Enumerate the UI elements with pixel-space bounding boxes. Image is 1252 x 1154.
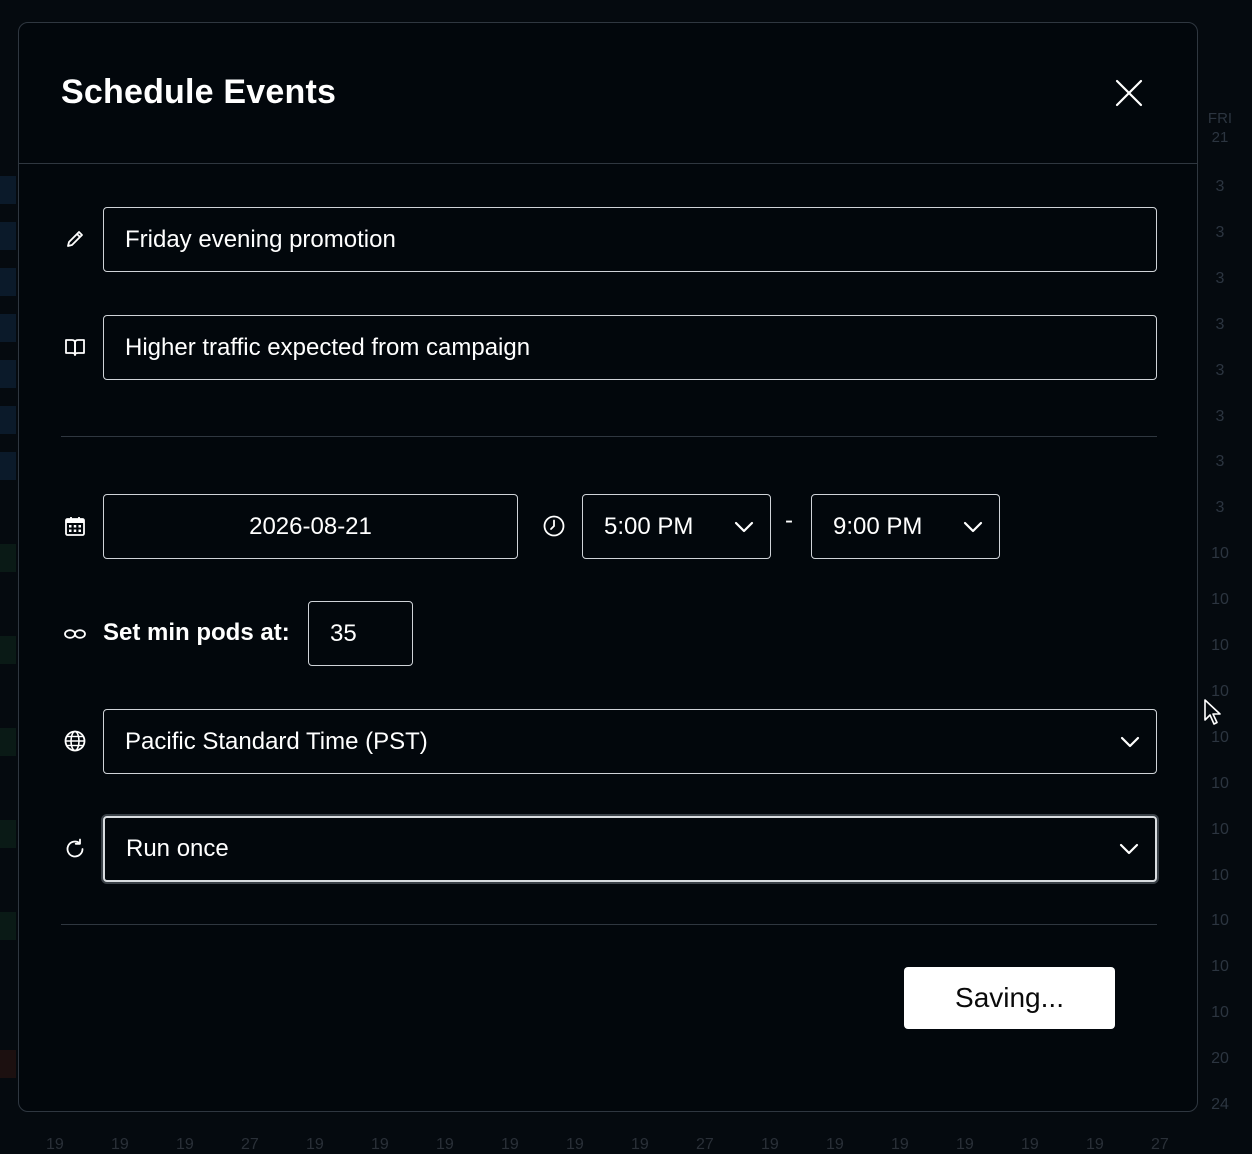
calendar-cell-value: 10 bbox=[1211, 958, 1229, 976]
calendar-bottom-value: 19 bbox=[306, 1136, 324, 1153]
calendar-bottom-value: 27 bbox=[696, 1136, 714, 1153]
calendar-cell-value: 3 bbox=[1215, 315, 1225, 333]
calendar-cell-value: 10 bbox=[1211, 866, 1229, 884]
calendar-strip bbox=[0, 912, 16, 940]
min-pods-label: Set min pods at: bbox=[103, 619, 290, 646]
chevron-down-icon bbox=[734, 521, 754, 532]
calendar-strip bbox=[0, 176, 16, 204]
chevron-down-icon bbox=[1120, 736, 1140, 747]
end-time-value: 9:00 PM bbox=[833, 512, 923, 540]
repeat-icon bbox=[62, 836, 88, 862]
calendar-cell-value: 10 bbox=[1211, 820, 1229, 838]
calendar-cell-value: 3 bbox=[1215, 499, 1225, 517]
calendar-cell-value: 3 bbox=[1215, 407, 1225, 425]
start-time-select[interactable]: 5:00 PM bbox=[582, 494, 771, 559]
event-description-value: Higher traffic expected from campaign bbox=[125, 333, 531, 361]
calendar-strip bbox=[0, 406, 16, 434]
recurrence-select[interactable]: Run once bbox=[103, 816, 1157, 882]
calendar-strip bbox=[0, 360, 16, 388]
close-button[interactable] bbox=[1109, 73, 1149, 113]
clock-icon bbox=[541, 513, 567, 539]
calendar-bottom-value: 19 bbox=[891, 1136, 909, 1153]
calendar-cell-value: 10 bbox=[1211, 774, 1229, 792]
start-time-value: 5:00 PM bbox=[604, 512, 694, 540]
calendar-bottom-value: 27 bbox=[1151, 1136, 1169, 1153]
calendar-cell-value: 3 bbox=[1215, 453, 1225, 471]
pencil-icon bbox=[62, 226, 88, 252]
footer-divider bbox=[61, 924, 1157, 925]
time-separator: - bbox=[785, 507, 793, 534]
min-pods-input[interactable]: 35 bbox=[308, 601, 413, 666]
calendar-bottom-value: 19 bbox=[371, 1136, 389, 1153]
calendar-cell-value: 20 bbox=[1211, 1050, 1229, 1068]
calendar-strip bbox=[0, 314, 16, 342]
calendar-cell-value: 24 bbox=[1211, 1096, 1229, 1113]
calendar-strip bbox=[0, 728, 16, 756]
mouse-cursor-icon bbox=[1204, 699, 1221, 725]
calendar-bottom-value: 19 bbox=[436, 1136, 454, 1153]
event-name-input[interactable]: Friday evening promotion bbox=[103, 207, 1157, 272]
calendar-bottom-value: 19 bbox=[826, 1136, 844, 1153]
calendar-strip bbox=[0, 452, 16, 480]
calendar-cell-value: 3 bbox=[1215, 269, 1225, 287]
min-pods-value: 35 bbox=[330, 619, 357, 647]
calendar-cell-value: 10 bbox=[1211, 591, 1229, 609]
calendar-cell-value: 3 bbox=[1215, 361, 1225, 379]
pods-icon bbox=[62, 621, 88, 647]
calendar-bottom-value: 19 bbox=[761, 1136, 779, 1153]
calendar-bottom-value: 19 bbox=[111, 1136, 129, 1153]
calendar-bottom-value: 19 bbox=[501, 1136, 519, 1153]
calendar-strip bbox=[0, 268, 16, 296]
calendar-bottom-value: 19 bbox=[46, 1136, 64, 1153]
schedule-events-modal: Schedule Events Friday evening promotion… bbox=[18, 22, 1198, 1112]
recurrence-value: Run once bbox=[126, 835, 229, 862]
timezone-value: Pacific Standard Time (PST) bbox=[125, 727, 428, 755]
calendar-bottom-value: 27 bbox=[241, 1136, 259, 1153]
calendar-bottom-value: 19 bbox=[566, 1136, 584, 1153]
book-icon bbox=[62, 334, 88, 360]
calendar-bottom-value: 19 bbox=[1021, 1136, 1039, 1153]
calendar-cell-value: 10 bbox=[1211, 728, 1229, 746]
calendar-cell-value: 10 bbox=[1211, 545, 1229, 563]
date-value: 2026-08-21 bbox=[249, 512, 372, 540]
calendar-bottom-value: 19 bbox=[956, 1136, 974, 1153]
calendar-cell-value: 3 bbox=[1215, 223, 1225, 241]
modal-title: Schedule Events bbox=[61, 73, 337, 111]
calendar-bottom-value: 19 bbox=[631, 1136, 649, 1153]
calendar-date-label: 21 bbox=[1211, 129, 1229, 146]
calendar-cell-value: 10 bbox=[1211, 1004, 1229, 1022]
calendar-strip bbox=[0, 1050, 16, 1078]
chevron-down-icon bbox=[1119, 843, 1139, 855]
event-name-value: Friday evening promotion bbox=[125, 225, 396, 253]
calendar-day-label: FRI bbox=[1207, 110, 1233, 127]
calendar-strip bbox=[0, 636, 16, 664]
event-description-input[interactable]: Higher traffic expected from campaign bbox=[103, 315, 1157, 380]
calendar-cell-value: 3 bbox=[1215, 178, 1225, 195]
calendar-cell-value: 10 bbox=[1211, 637, 1229, 654]
end-time-select[interactable]: 9:00 PM bbox=[811, 494, 1000, 559]
date-input[interactable]: 2026-08-21 bbox=[103, 494, 518, 559]
timezone-select[interactable]: Pacific Standard Time (PST) bbox=[103, 709, 1157, 774]
save-button[interactable]: Saving... bbox=[904, 967, 1115, 1029]
calendar-strip bbox=[0, 820, 16, 848]
chevron-down-icon bbox=[963, 521, 983, 532]
section-divider bbox=[61, 436, 1157, 437]
globe-icon bbox=[62, 728, 88, 754]
calendar-strip bbox=[0, 544, 16, 572]
close-icon bbox=[1115, 79, 1143, 107]
calendar-bottom-value: 19 bbox=[1086, 1136, 1104, 1153]
calendar-strip bbox=[0, 222, 16, 250]
header-divider bbox=[19, 163, 1197, 164]
calendar-icon bbox=[62, 513, 88, 539]
calendar-cell-value: 10 bbox=[1211, 912, 1229, 930]
calendar-bottom-value: 19 bbox=[176, 1136, 194, 1153]
